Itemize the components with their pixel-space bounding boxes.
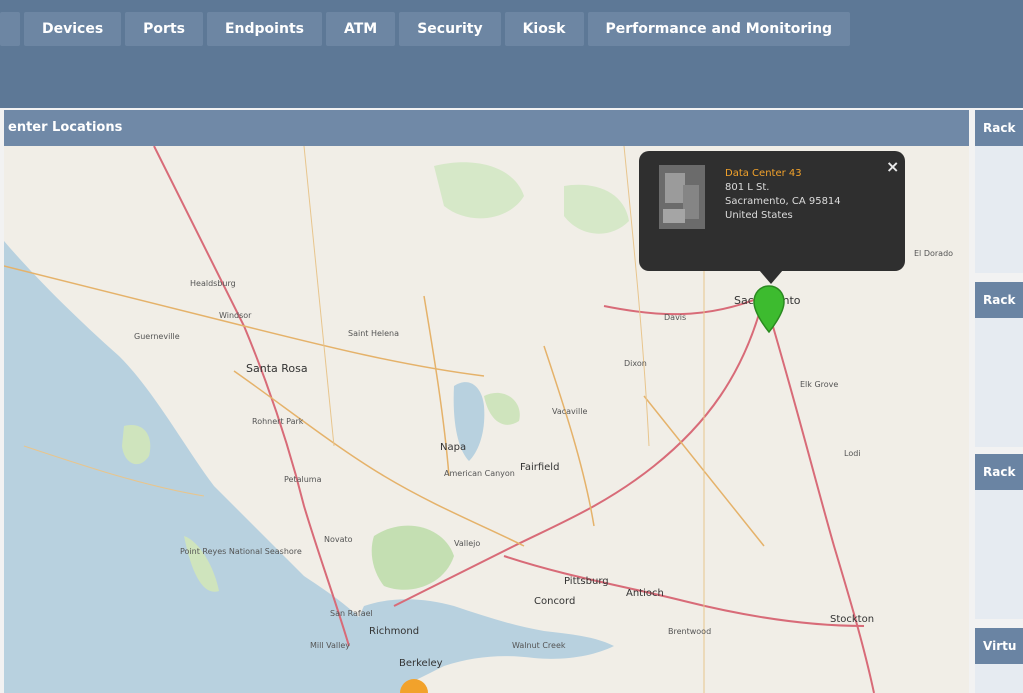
map-label: Fairfield [520, 462, 559, 473]
park-area [484, 392, 520, 425]
park-area [371, 525, 454, 590]
map-label: Santa Rosa [246, 362, 308, 375]
map-label: Antioch [626, 588, 664, 599]
map-label: Vacaville [552, 407, 587, 416]
map-label: San Rafael [330, 609, 373, 618]
address-line: 801 L St. [725, 182, 770, 193]
map-label: Windsor [219, 311, 252, 320]
tab-performance-and-monitoring[interactable]: Performance and Monitoring [587, 12, 851, 46]
map-label: Vallejo [454, 539, 480, 548]
top-navigation-bar: Devices Ports Endpoints ATM Security Kio… [0, 0, 1023, 108]
tab-security[interactable]: Security [399, 12, 501, 46]
location-pin-icon[interactable] [752, 284, 786, 334]
rack-panel-header: Rack [975, 110, 1023, 146]
tab-devices[interactable]: Devices [24, 12, 122, 46]
highway-99 [763, 295, 875, 693]
location-popup: × Data Center 43 801 L St. Sacramento, C… [639, 151, 905, 271]
map-label: Napa [440, 442, 466, 453]
rack-panel: Rack [975, 454, 1023, 619]
close-icon[interactable]: × [886, 157, 899, 176]
road [303, 146, 335, 447]
map-label: Brentwood [668, 627, 711, 636]
map-label: Guerneville [134, 332, 180, 341]
tab-endpoints[interactable]: Endpoints [206, 12, 322, 46]
map-label: Pittsburg [564, 576, 609, 587]
map-label: Mill Valley [310, 641, 350, 650]
location-name[interactable]: Data Center 43 [725, 167, 841, 181]
map-label: Walnut Creek [512, 641, 566, 650]
popup-pointer [759, 270, 783, 284]
address-line: Sacramento, CA 95814 [725, 196, 841, 207]
map-label: Petaluma [284, 475, 322, 484]
rack-panel: Rack [975, 282, 1023, 447]
nav-tabs: Devices Ports Endpoints ATM Security Kio… [0, 12, 851, 46]
map-label: Lodi [844, 449, 861, 458]
map-label: Dixon [624, 359, 647, 368]
road [543, 345, 595, 527]
rack-panel-header: Rack [975, 454, 1023, 490]
virtual-panel-header: Virtu [975, 628, 1023, 664]
map-label: El Dorado [914, 249, 953, 258]
tab-ports[interactable]: Ports [125, 12, 203, 46]
park-area [434, 162, 524, 219]
tab-atm[interactable]: ATM [325, 12, 396, 46]
map-label: Stockton [830, 614, 874, 625]
map-label: Richmond [369, 626, 419, 637]
map-label: Saint Helena [348, 329, 399, 338]
map-label: Rohnert Park [252, 417, 304, 426]
building-thumbnail-image [659, 165, 705, 229]
rack-panel-header: Rack [975, 282, 1023, 318]
park-area [564, 184, 629, 234]
tab-partial[interactable] [0, 12, 20, 46]
map-label: Point Reyes National Seashore [180, 547, 302, 556]
tab-kiosk[interactable]: Kiosk [504, 12, 584, 46]
rack-panel: Rack [975, 110, 1023, 273]
map-label: American Canyon [444, 469, 515, 478]
rack-panel-body [975, 490, 1023, 619]
map-label: Elk Grove [800, 380, 838, 389]
map-label: Berkeley [399, 658, 443, 669]
ocean-area [4, 241, 414, 693]
virtual-panel-body [975, 664, 1023, 693]
map-label: Davis [664, 313, 686, 322]
rack-panel-body [975, 318, 1023, 447]
bay-water [348, 599, 614, 693]
rack-panel-body [975, 146, 1023, 273]
map-label: Healdsburg [190, 279, 236, 288]
map-label: Concord [534, 596, 575, 607]
data-center-locations-header: enter Locations [4, 110, 969, 146]
virtual-panel: Virtu [975, 628, 1023, 693]
highway-4 [503, 555, 865, 627]
map-label: Novato [324, 535, 353, 544]
address-country: United States [725, 210, 793, 221]
right-panel-column: Rack Rack Rack Virtu [975, 110, 1023, 693]
